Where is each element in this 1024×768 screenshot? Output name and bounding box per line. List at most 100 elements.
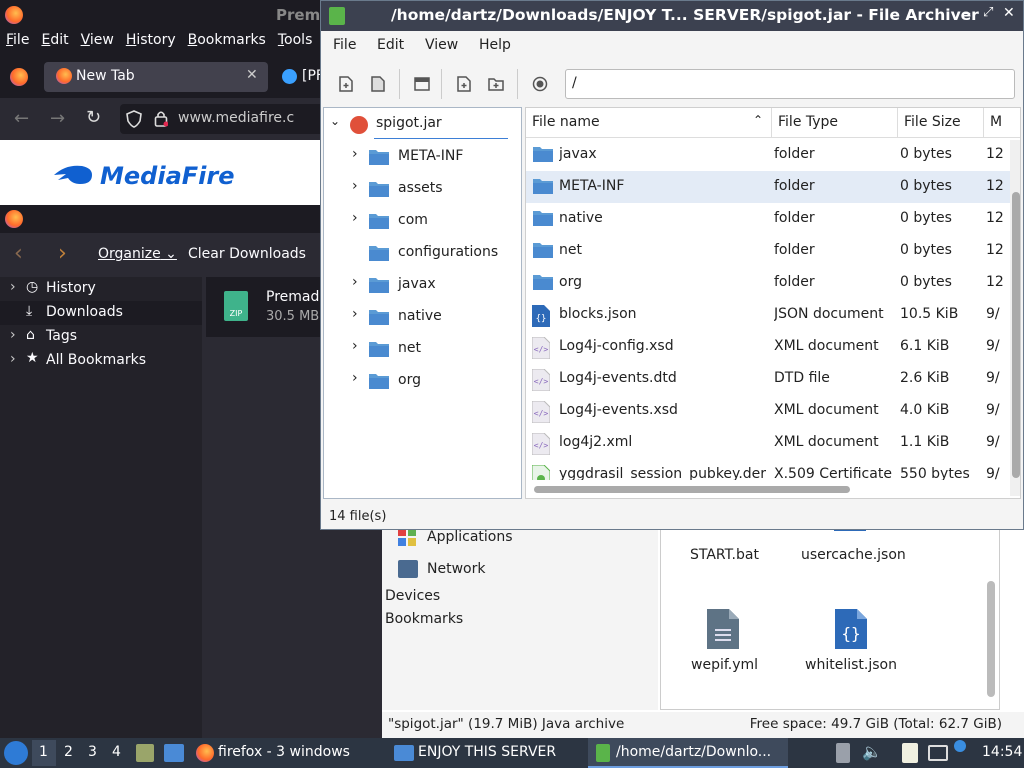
reload-icon[interactable]: ↻	[86, 107, 101, 128]
menu-file[interactable]: File	[0, 28, 35, 54]
horizontal-scrollbar[interactable]	[526, 480, 1010, 498]
new-archive-icon[interactable]	[333, 71, 359, 97]
fm-place-network[interactable]: Network	[427, 561, 485, 577]
scrollbar-thumb[interactable]	[1012, 192, 1020, 478]
fm-section-devices[interactable]: Devices	[385, 588, 440, 604]
file-row[interactable]: </> Log4j-events.xsd XML document 4.0 KiB 9/	[526, 395, 1020, 427]
menu-tools[interactable]: Tools	[272, 28, 319, 54]
back-icon[interactable]: ‹	[14, 241, 23, 266]
fm-file-start-bat[interactable]: START.bat	[681, 527, 771, 577]
chevron-right-icon[interactable]: ›	[352, 146, 358, 162]
extract-icon[interactable]	[409, 71, 435, 97]
column-header-type[interactable]: File Type	[772, 108, 898, 138]
column-header-modified[interactable]: M	[984, 108, 1020, 138]
network-status-icon[interactable]	[928, 745, 948, 761]
add-files-icon[interactable]	[451, 71, 477, 97]
minimize-icon[interactable]: –	[963, 3, 971, 22]
add-folder-icon[interactable]	[483, 71, 509, 97]
clear-downloads-button[interactable]: Clear Downloads	[188, 246, 306, 262]
chevron-right-icon[interactable]: ›	[352, 306, 358, 322]
file-manager-launcher-icon[interactable]	[136, 744, 154, 762]
tree-item-all-bookmarks[interactable]: › ★ All Bookmarks	[0, 349, 202, 373]
tree-item[interactable]: › com	[324, 204, 521, 236]
stop-icon[interactable]	[527, 71, 553, 97]
scrollbar-thumb[interactable]	[534, 486, 850, 493]
tree-item[interactable]: › native	[324, 300, 521, 332]
tree-item[interactable]: configurations	[324, 236, 521, 268]
tab-new-tab[interactable]: New Tab ✕	[44, 62, 268, 92]
file-row[interactable]: {} blocks.json JSON document 10.5 KiB 9/	[526, 299, 1020, 331]
close-icon[interactable]: ✕	[1003, 5, 1015, 21]
workspace-3[interactable]: 3	[88, 744, 97, 760]
fm-file-wepif-yml[interactable]: wepif.yml	[681, 607, 771, 677]
open-archive-icon[interactable]	[365, 71, 391, 97]
chevron-right-icon[interactable]: ›	[352, 210, 358, 226]
maximize-icon[interactable]: ⤢	[983, 5, 993, 20]
tab-close-icon[interactable]: ✕	[246, 67, 258, 83]
workspace-4[interactable]: 4	[112, 744, 121, 760]
volume-icon[interactable]: 🔈	[862, 742, 882, 761]
tree-item[interactable]: › javax	[324, 268, 521, 300]
updates-icon[interactable]	[836, 743, 850, 763]
chevron-right-icon[interactable]: ›	[352, 274, 358, 290]
tree-item-tags[interactable]: › ⌂ Tags	[0, 325, 202, 349]
lock-icon[interactable]	[154, 110, 168, 128]
vertical-scrollbar[interactable]	[1010, 140, 1020, 496]
chevron-right-icon[interactable]: ›	[10, 279, 16, 295]
tree-item[interactable]: › org	[324, 364, 521, 396]
tree-item[interactable]: › net	[324, 332, 521, 364]
organize-button[interactable]: Organize ⌄	[98, 246, 177, 262]
clipboard-icon[interactable]	[902, 743, 918, 763]
menu-help[interactable]: Help	[479, 37, 511, 53]
column-header-size[interactable]: File Size	[898, 108, 984, 138]
toolbar-separator	[399, 69, 400, 99]
file-row[interactable]: </> log4j2.xml XML document 1.1 KiB 9/	[526, 427, 1020, 459]
file-row[interactable]: META-INF folder 0 bytes 12	[526, 171, 1020, 203]
workspace-2[interactable]: 2	[64, 744, 73, 760]
chevron-right-icon[interactable]: ›	[352, 338, 358, 354]
menu-edit[interactable]: Edit	[35, 28, 74, 54]
file-row[interactable]: javax folder 0 bytes 12	[526, 139, 1020, 171]
menu-history[interactable]: History	[120, 28, 182, 54]
menu-view[interactable]: View	[425, 37, 458, 53]
column-header-name[interactable]: File name ⌃	[526, 108, 772, 138]
taskbar-app-firefox[interactable]: firefox - 3 windows	[192, 738, 382, 768]
forward-icon[interactable]: →	[50, 108, 65, 129]
file-row[interactable]: org folder 0 bytes 12	[526, 267, 1020, 299]
back-icon[interactable]: ←	[14, 108, 29, 129]
path-input[interactable]: /	[565, 69, 1015, 99]
chevron-right-icon[interactable]: ›	[352, 178, 358, 194]
notification-icon[interactable]	[954, 740, 966, 752]
tree-item-history[interactable]: › ◷ History	[0, 277, 202, 301]
start-menu-icon[interactable]	[4, 741, 28, 765]
chevron-right-icon[interactable]: ›	[10, 351, 16, 367]
file-row[interactable]: native folder 0 bytes 12	[526, 203, 1020, 235]
menu-view[interactable]: View	[75, 28, 120, 54]
file-size: 4.0 KiB	[900, 402, 950, 418]
tree-item[interactable]: › assets	[324, 172, 521, 204]
chevron-right-icon[interactable]: ›	[352, 370, 358, 386]
fm-place-applications[interactable]: Applications	[427, 529, 513, 545]
file-row[interactable]: </> Log4j-config.xsd XML document 6.1 KiB 9/	[526, 331, 1020, 363]
file-row[interactable]: </> Log4j-events.dtd DTD file 2.6 KiB 9/	[526, 363, 1020, 395]
taskbar-app-archiver[interactable]: /home/dartz/Downlo...	[588, 738, 788, 768]
firefox-view-icon[interactable]	[10, 68, 28, 86]
chevron-right-icon[interactable]: ›	[10, 327, 16, 343]
fm-section-bookmarks[interactable]: Bookmarks	[385, 611, 463, 627]
tree-root-spigot-jar[interactable]: ⌄ spigot.jar	[324, 108, 521, 140]
desktop-launcher-icon[interactable]	[164, 744, 184, 762]
taskbar-app-folder[interactable]: ENJOY THIS SERVER	[390, 738, 584, 768]
workspace-1[interactable]: 1	[39, 744, 48, 760]
file-row[interactable]: net folder 0 bytes 12	[526, 235, 1020, 267]
fm-scrollbar[interactable]	[987, 581, 995, 697]
menu-bookmarks[interactable]: Bookmarks	[182, 28, 272, 54]
tree-item[interactable]: › META-INF	[324, 140, 521, 172]
forward-icon[interactable]: ›	[58, 241, 67, 266]
menu-file[interactable]: File	[333, 37, 356, 53]
shield-icon[interactable]	[126, 110, 142, 128]
tree-item-downloads[interactable]: ⤓ Downloads	[0, 301, 202, 325]
chevron-down-icon[interactable]: ⌄	[330, 114, 340, 128]
fm-file-usercache-json[interactable]: usercache.json	[791, 519, 911, 577]
fm-file-whitelist-json[interactable]: {} whitelist.json	[791, 607, 911, 677]
menu-edit[interactable]: Edit	[377, 37, 404, 53]
